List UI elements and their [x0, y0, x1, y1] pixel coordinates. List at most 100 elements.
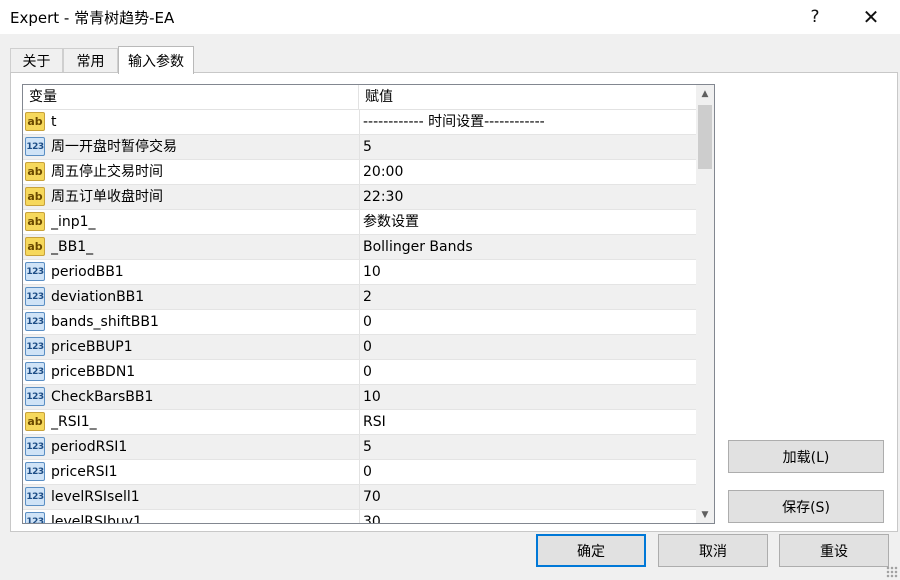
column-divider — [359, 235, 360, 259]
scroll-thumb[interactable] — [698, 105, 712, 169]
string-type-icon: ab — [25, 412, 45, 431]
title-bar: Expert - 常青树趋势-EA ? ✕ — [0, 0, 900, 34]
help-icon: ? — [810, 7, 820, 27]
numeric-type-icon: 123 — [25, 137, 45, 156]
string-type-icon: ab — [25, 212, 45, 231]
variable-name: deviationBB1 — [51, 289, 145, 305]
variable-value[interactable]: 2 — [363, 285, 693, 309]
numeric-type-icon: 123 — [25, 487, 45, 506]
variable-value[interactable]: 5 — [363, 135, 693, 159]
column-header-value[interactable]: 赋值 — [359, 85, 696, 110]
tab-about[interactable]: 关于 — [10, 48, 63, 73]
numeric-type-icon: 123 — [25, 512, 45, 523]
variable-value[interactable]: 70 — [363, 485, 693, 509]
table-row[interactable]: 123 CheckBarsBB1 10 — [23, 385, 696, 410]
variable-value[interactable]: 参数设置 — [363, 210, 693, 234]
variable-name: t — [51, 114, 57, 130]
column-divider — [359, 360, 360, 384]
variable-value[interactable]: 30 — [363, 510, 693, 523]
column-divider — [359, 285, 360, 309]
column-divider — [359, 310, 360, 334]
variable-name: _RSI1_ — [51, 414, 97, 430]
table-row[interactable]: 123 levelRSIbuy1 30 — [23, 510, 696, 524]
column-divider — [359, 335, 360, 359]
variable-name: priceBBDN1 — [51, 364, 136, 380]
column-divider — [359, 435, 360, 459]
variable-value[interactable]: 22:30 — [363, 185, 693, 209]
reset-button[interactable]: 重设 — [779, 534, 889, 567]
table-row[interactable]: 123 periodBB1 10 — [23, 260, 696, 285]
cancel-button[interactable]: 取消 — [658, 534, 768, 567]
close-button[interactable]: ✕ — [848, 0, 894, 34]
variable-value[interactable]: 0 — [363, 460, 693, 484]
table-row[interactable]: 123 priceBBUP1 0 — [23, 335, 696, 360]
string-type-icon: ab — [25, 162, 45, 181]
table-row[interactable]: ab _RSI1_ RSI — [23, 410, 696, 435]
resize-grip-icon[interactable] — [886, 566, 898, 578]
ok-button[interactable]: 确定 — [536, 534, 646, 567]
table-row[interactable]: ab t ------------ 时间设置------------ — [23, 110, 696, 135]
tab-inputs[interactable]: 输入参数 — [118, 46, 194, 74]
variable-name: bands_shiftBB1 — [51, 314, 159, 330]
numeric-type-icon: 123 — [25, 387, 45, 406]
table-row[interactable]: 123 periodRSI1 5 — [23, 435, 696, 460]
numeric-type-icon: 123 — [25, 287, 45, 306]
table-row[interactable]: ab _inp1_ 参数设置 — [23, 210, 696, 235]
help-button[interactable]: ? — [792, 0, 838, 34]
variable-value[interactable]: 0 — [363, 310, 693, 334]
variable-name: _inp1_ — [51, 214, 96, 230]
column-divider — [359, 460, 360, 484]
load-button[interactable]: 加载(L) — [728, 440, 884, 473]
variable-value[interactable]: 10 — [363, 260, 693, 284]
vertical-scrollbar[interactable]: ▲ ▼ — [696, 85, 714, 523]
table-row[interactable]: ab 周五停止交易时间 20:00 — [23, 160, 696, 185]
column-divider — [359, 510, 360, 523]
column-divider — [359, 260, 360, 284]
column-divider — [359, 410, 360, 434]
grid-header: 变量 赋值 — [23, 85, 696, 110]
variable-value[interactable]: Bollinger Bands — [363, 235, 693, 259]
column-header-variable[interactable]: 变量 — [23, 85, 359, 110]
column-divider — [359, 485, 360, 509]
parameters-grid[interactable]: 变量 赋值 ab t ------------ 时间设置------------ 12… — [22, 84, 715, 524]
variable-value[interactable]: 0 — [363, 335, 693, 359]
variable-name: periodBB1 — [51, 264, 124, 280]
window-title: Expert - 常青树趋势-EA — [10, 9, 175, 27]
string-type-icon: ab — [25, 187, 45, 206]
column-divider — [359, 160, 360, 184]
table-row[interactable]: 123 priceRSI1 0 — [23, 460, 696, 485]
variable-name: 周一开盘时暂停交易 — [51, 139, 177, 155]
table-row[interactable]: 123 周一开盘时暂停交易 5 — [23, 135, 696, 160]
tab-common[interactable]: 常用 — [63, 48, 118, 73]
close-icon: ✕ — [862, 5, 880, 29]
variable-name: CheckBarsBB1 — [51, 389, 154, 405]
variable-value[interactable]: 20:00 — [363, 160, 693, 184]
table-row[interactable]: ab _BB1_ Bollinger Bands — [23, 235, 696, 260]
variable-name: periodRSI1 — [51, 439, 128, 455]
scroll-up-icon[interactable]: ▲ — [696, 85, 714, 102]
variable-name: levelRSIbuy1 — [51, 514, 142, 524]
variable-value[interactable]: 10 — [363, 385, 693, 409]
column-divider — [359, 385, 360, 409]
table-row[interactable]: 123 levelRSIsell1 70 — [23, 485, 696, 510]
table-row[interactable]: 123 priceBBDN1 0 — [23, 360, 696, 385]
numeric-type-icon: 123 — [25, 312, 45, 331]
variable-value[interactable]: ------------ 时间设置------------ — [363, 110, 693, 134]
variable-name: 周五订单收盘时间 — [51, 189, 163, 205]
save-button[interactable]: 保存(S) — [728, 490, 884, 523]
grid-rows: ab t ------------ 时间设置------------ 123 周一开盘时… — [23, 110, 696, 524]
numeric-type-icon: 123 — [25, 337, 45, 356]
column-divider — [359, 110, 360, 134]
variable-value[interactable]: 0 — [363, 360, 693, 384]
column-divider — [359, 210, 360, 234]
variable-value[interactable]: 5 — [363, 435, 693, 459]
numeric-type-icon: 123 — [25, 362, 45, 381]
variable-value[interactable]: RSI — [363, 410, 693, 434]
table-row[interactable]: 123 deviationBB1 2 — [23, 285, 696, 310]
table-row[interactable]: ab 周五订单收盘时间 22:30 — [23, 185, 696, 210]
string-type-icon: ab — [25, 237, 45, 256]
table-row[interactable]: 123 bands_shiftBB1 0 — [23, 310, 696, 335]
variable-name: priceBBUP1 — [51, 339, 133, 355]
numeric-type-icon: 123 — [25, 437, 45, 456]
scroll-down-icon[interactable]: ▼ — [696, 506, 714, 523]
